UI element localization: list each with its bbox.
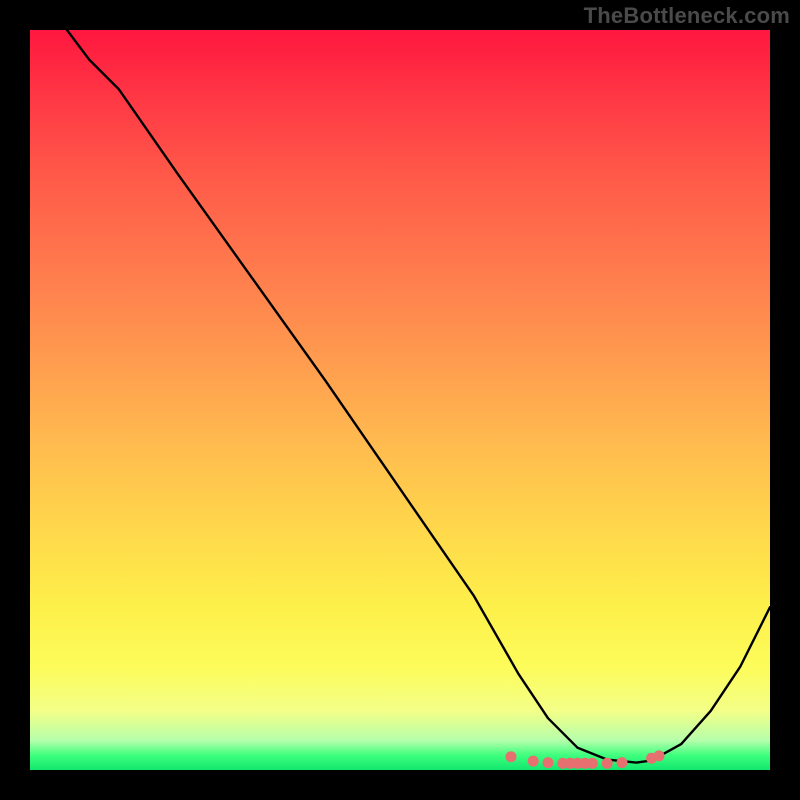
chart-frame: TheBottleneck.com [0, 0, 800, 800]
watermark-text: TheBottleneck.com [584, 3, 790, 29]
chart-background-gradient [30, 30, 770, 770]
